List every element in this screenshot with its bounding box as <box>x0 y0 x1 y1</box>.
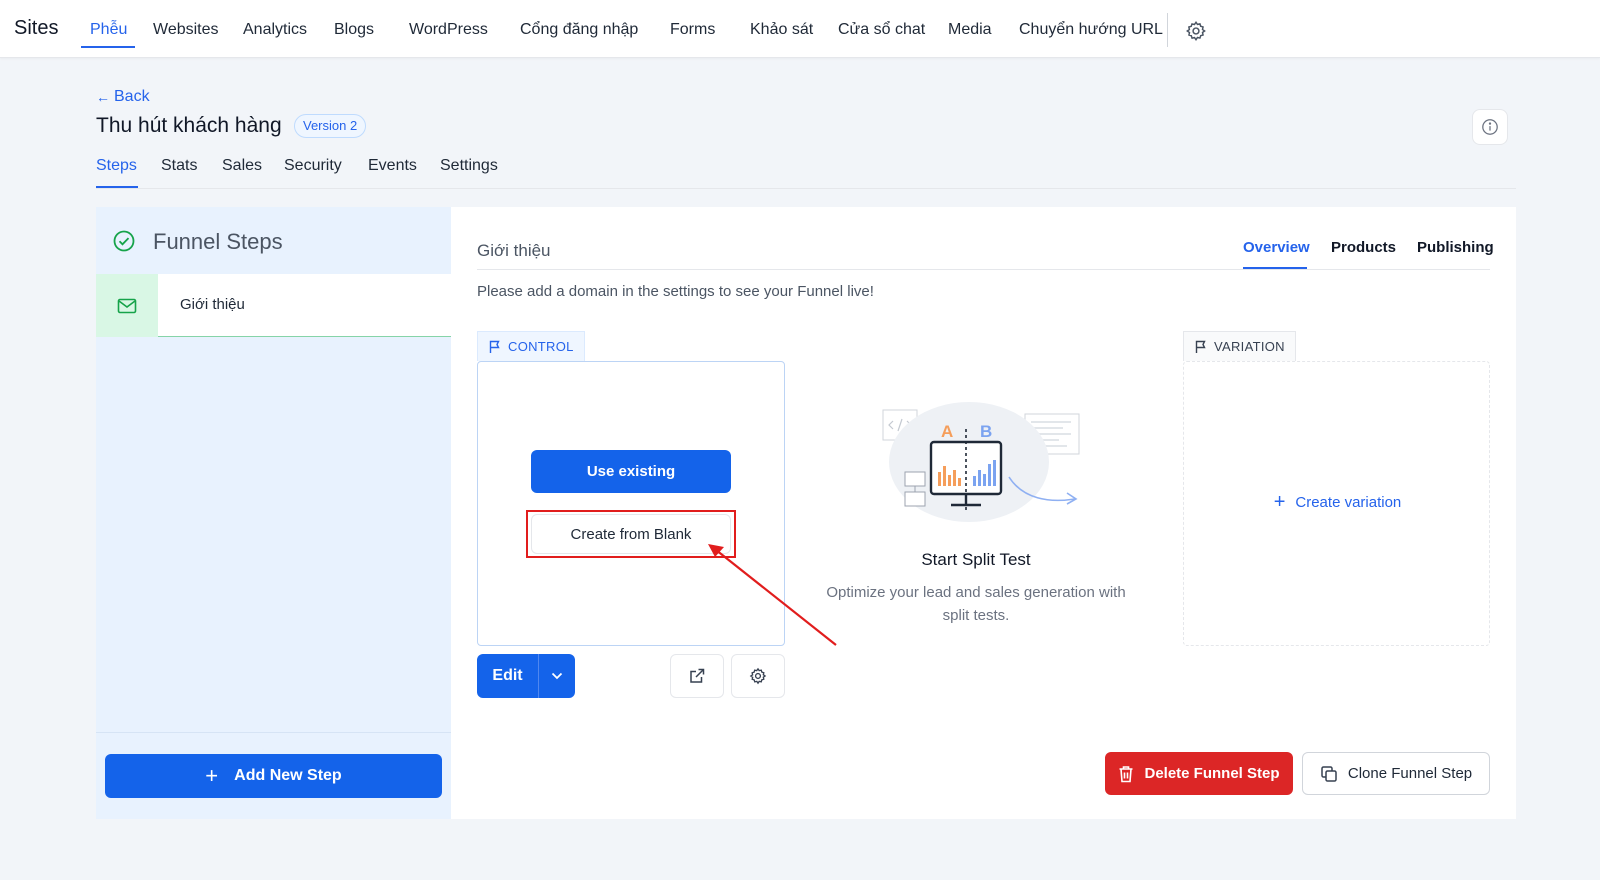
add-new-step-label: Add New Step <box>234 767 342 784</box>
nav-divider <box>1167 13 1168 47</box>
panel-footer-divider <box>96 732 451 733</box>
clone-funnel-step-button[interactable]: Clone Funnel Step <box>1302 752 1490 795</box>
funnel-steps-panel: Funnel Steps Giới thiệu + Add New Step <box>96 207 451 819</box>
nav-item-login-portal[interactable]: Cổng đăng nhập <box>520 21 638 39</box>
nav-item-blogs[interactable]: Blogs <box>334 21 374 39</box>
gear-icon <box>749 667 767 685</box>
tab-products[interactable]: Products <box>1331 239 1396 256</box>
variation-tag-label: VARIATION <box>1214 339 1285 354</box>
open-preview-button[interactable] <box>670 654 724 698</box>
nav-item-wordpress[interactable]: WordPress <box>409 21 488 39</box>
back-link[interactable]: ← Back <box>96 88 150 106</box>
add-new-step-button[interactable]: + Add New Step <box>105 754 442 798</box>
domain-notice: Please add a domain in the settings to s… <box>477 283 874 300</box>
page-title: Thu hút khách hàng <box>96 114 282 137</box>
tab-publishing[interactable]: Publishing <box>1417 239 1494 256</box>
info-button[interactable] <box>1472 109 1508 145</box>
nav-active-indicator <box>81 46 135 48</box>
variation-tag: VARIATION <box>1183 331 1296 361</box>
create-variation-label: Create variation <box>1295 493 1402 511</box>
create-variation-button[interactable]: + Create variation <box>1184 492 1491 512</box>
control-tag-label: CONTROL <box>508 339 574 354</box>
delete-funnel-step-label: Delete Funnel Step <box>1144 765 1280 782</box>
clone-funnel-step-label: Clone Funnel Step <box>1347 765 1473 782</box>
version-badge: Version 2 <box>294 114 367 138</box>
step-settings-button[interactable] <box>731 654 785 698</box>
gear-icon[interactable] <box>1185 20 1207 42</box>
tab-steps[interactable]: Steps <box>96 157 137 175</box>
control-card: Use existing Create from Blank <box>477 361 785 646</box>
edit-button[interactable]: Edit <box>477 654 539 698</box>
illustration-letter-a: A <box>941 422 953 441</box>
brand-title: Sites <box>14 17 59 39</box>
chevron-down-icon <box>551 672 563 680</box>
tab-events[interactable]: Events <box>368 157 417 175</box>
plus-icon: + <box>205 763 219 788</box>
nav-item-url-redirects[interactable]: Chuyển hướng URL <box>1019 21 1163 39</box>
nav-item-chat-widget[interactable]: Cửa sổ chat <box>838 21 925 39</box>
back-label: Back <box>114 88 150 105</box>
tab-security[interactable]: Security <box>284 157 342 175</box>
step-detail-panel: Giới thiệu Overview Products Publishing … <box>451 207 1516 819</box>
step-label: Giới thiệu <box>180 296 245 313</box>
nav-item-websites[interactable]: Websites <box>153 21 219 39</box>
control-tag: CONTROL <box>477 331 585 361</box>
top-nav: Sites Phễu Websites Analytics Blogs Word… <box>0 0 1600 58</box>
info-icon <box>1482 119 1498 135</box>
variation-card: + Create variation <box>1183 361 1490 646</box>
external-link-icon <box>690 668 705 683</box>
flag-icon <box>1195 340 1206 353</box>
nav-item-surveys[interactable]: Khảo sát <box>750 21 813 39</box>
funnel-steps-title: Funnel Steps <box>153 229 283 254</box>
mail-icon <box>117 298 137 313</box>
tab-sales[interactable]: Sales <box>222 157 262 175</box>
edit-split-button: Edit <box>477 654 575 698</box>
nav-item-media[interactable]: Media <box>948 21 992 39</box>
create-from-blank-button[interactable]: Create from Blank <box>531 514 731 554</box>
header-divider <box>96 188 1516 189</box>
split-test-title: Start Split Test <box>921 550 1031 569</box>
nav-item-funnels[interactable]: Phễu <box>90 21 127 39</box>
check-circle-icon <box>113 230 135 252</box>
illustration-letter-b: B <box>980 422 992 441</box>
copy-icon <box>1321 765 1337 782</box>
plus-icon: + <box>1273 491 1286 513</box>
nav-item-forms[interactable]: Forms <box>670 21 715 39</box>
edit-dropdown-toggle[interactable] <box>539 654 575 698</box>
use-existing-button[interactable]: Use existing <box>531 450 731 493</box>
split-test-illustration: A B <box>882 402 1080 522</box>
tab-stats[interactable]: Stats <box>161 157 197 175</box>
tabs-divider <box>477 269 1490 270</box>
step-icon-box <box>96 274 158 337</box>
delete-funnel-step-button[interactable]: Delete Funnel Step <box>1105 752 1293 795</box>
step-heading: Giới thiệu <box>477 241 551 260</box>
tab-overview[interactable]: Overview <box>1243 239 1310 256</box>
split-test-description: Optimize your lead and sales generation … <box>826 584 1126 624</box>
funnel-step-item[interactable]: Giới thiệu <box>96 274 451 337</box>
trash-icon <box>1119 765 1133 782</box>
tab-settings[interactable]: Settings <box>440 157 498 175</box>
nav-item-analytics[interactable]: Analytics <box>243 21 307 39</box>
flag-icon <box>489 340 500 353</box>
arrow-left-icon: ← <box>96 89 110 105</box>
